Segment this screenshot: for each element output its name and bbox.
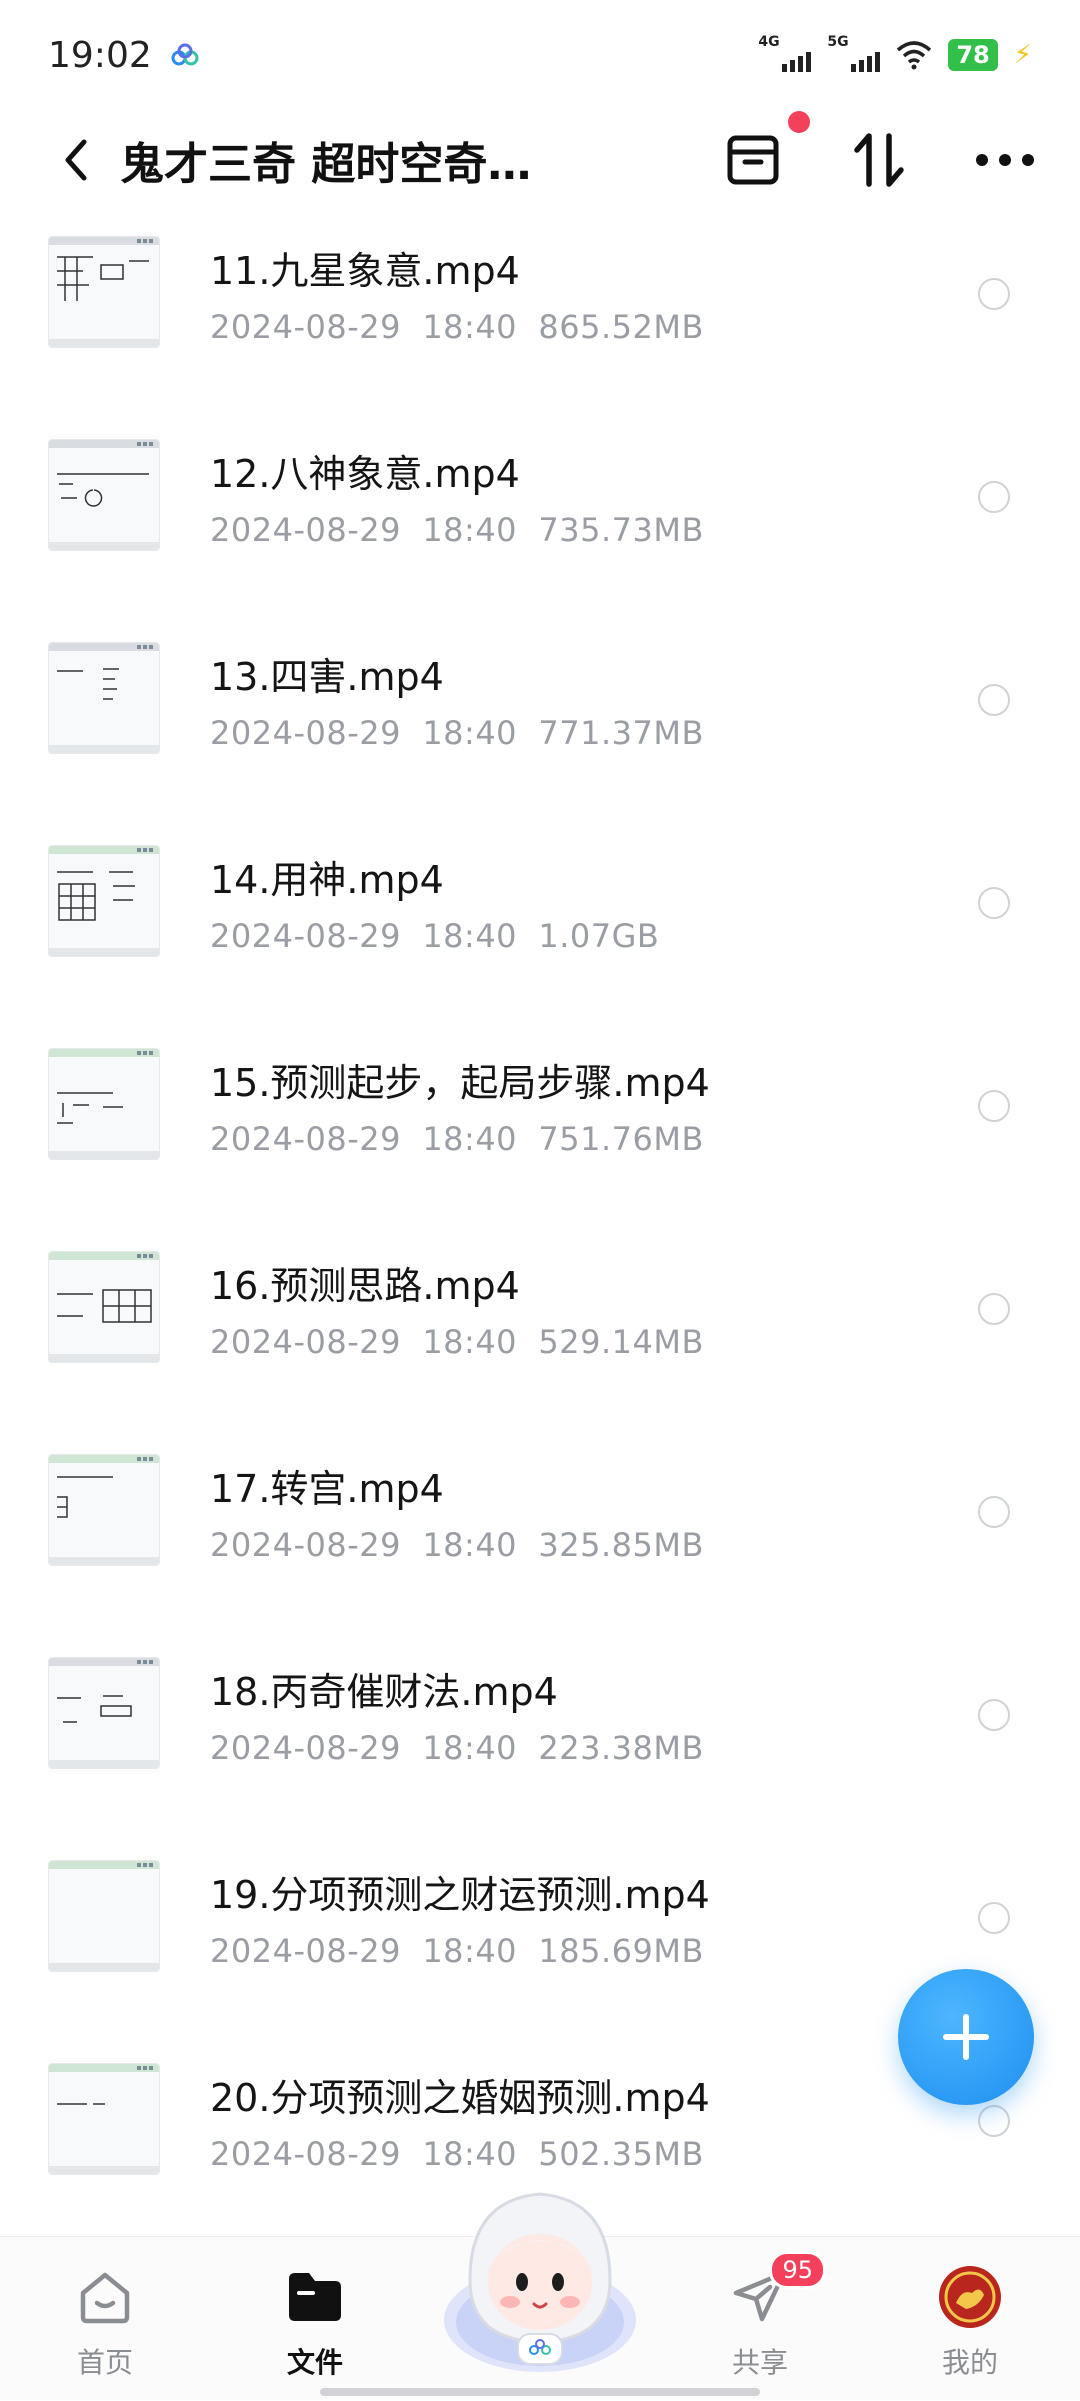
file-name: 15.预测起步，起局步骤.mp4 xyxy=(210,1061,710,1105)
video-thumbnail xyxy=(48,642,160,754)
file-name: 16.预测思路.mp4 xyxy=(210,1264,520,1308)
more-button[interactable] xyxy=(970,125,1040,195)
file-row[interactable]: 14.用神.mp4 2024-08-29 18:40 1.07GB xyxy=(0,837,1080,1040)
file-name: 12.八神象意.mp4 xyxy=(210,452,520,496)
video-thumbnail xyxy=(48,845,160,957)
file-name: 19.分项预测之财运预测.mp4 xyxy=(210,1873,710,1917)
file-name: 18.丙奇催财法.mp4 xyxy=(210,1670,558,1714)
cellular-signal-5g: 5G xyxy=(827,34,881,72)
file-list: 11.九星象意.mp4 2024-08-29 18:40 865.52MB 12… xyxy=(0,228,1080,2258)
file-name: 13.四害.mp4 xyxy=(210,655,444,699)
tab-files[interactable]: 文件 xyxy=(235,2237,395,2401)
add-button[interactable] xyxy=(898,1969,1034,2105)
select-radio[interactable] xyxy=(978,1496,1010,1528)
file-meta: 2024-08-29 18:40 502.35MB xyxy=(210,2135,704,2173)
plus-icon xyxy=(943,2014,989,2060)
file-row[interactable]: 12.八神象意.mp4 2024-08-29 18:40 735.73MB xyxy=(0,431,1080,634)
select-radio[interactable] xyxy=(978,2105,1010,2137)
file-name: 11.九星象意.mp4 xyxy=(210,249,520,293)
file-meta: 2024-08-29 18:40 1.07GB xyxy=(210,917,660,955)
transfer-list-button[interactable] xyxy=(718,111,810,195)
file-row[interactable]: 13.四害.mp4 2024-08-29 18:40 771.37MB xyxy=(0,634,1080,837)
select-radio[interactable] xyxy=(978,1293,1010,1325)
wifi-icon xyxy=(897,41,932,70)
video-thumbnail xyxy=(48,1251,160,1363)
file-meta: 2024-08-29 18:40 185.69MB xyxy=(210,1932,704,1970)
status-bar: 19:02 4G 5G 78 ⚡ xyxy=(0,0,1080,110)
video-thumbnail xyxy=(48,1860,160,1972)
folder-icon xyxy=(289,2273,341,2321)
home-indicator xyxy=(320,2388,760,2396)
tab-home[interactable]: 首页 xyxy=(25,2237,185,2401)
sort-button[interactable] xyxy=(844,125,914,195)
charging-icon: ⚡ xyxy=(1013,40,1032,70)
file-row[interactable]: 17.转宫.mp4 2024-08-29 18:40 325.85MB xyxy=(0,1446,1080,1649)
chevron-left-icon xyxy=(65,139,87,181)
file-row[interactable]: 16.预测思路.mp4 2024-08-29 18:40 529.14MB xyxy=(0,1243,1080,1446)
sort-icon xyxy=(854,133,904,187)
cellular-signal-4g: 4G xyxy=(758,34,812,72)
home-icon xyxy=(80,2272,130,2324)
tab-label: 文件 xyxy=(286,2346,343,2379)
select-radio[interactable] xyxy=(978,1699,1010,1731)
video-thumbnail xyxy=(48,439,160,551)
file-name: 14.用神.mp4 xyxy=(210,858,444,902)
select-radio[interactable] xyxy=(978,1902,1010,1934)
nav-bar: 鬼才三奇 超时空奇… xyxy=(0,110,1080,210)
video-thumbnail xyxy=(48,236,160,348)
video-thumbnail xyxy=(48,2063,160,2175)
more-dots-icon xyxy=(976,154,1034,166)
file-meta: 2024-08-29 18:40 735.73MB xyxy=(210,511,704,549)
share-badge: 95 xyxy=(769,2251,826,2289)
avatar xyxy=(939,2266,1001,2328)
select-radio[interactable] xyxy=(978,684,1010,716)
file-meta: 2024-08-29 18:40 771.37MB xyxy=(210,714,704,752)
file-name: 17.转宫.mp4 xyxy=(210,1467,444,1511)
video-thumbnail xyxy=(48,1657,160,1769)
tab-share[interactable]: 95 共享 xyxy=(680,2237,840,2401)
notification-dot xyxy=(788,111,810,133)
tab-label: 首页 xyxy=(76,2346,133,2379)
file-meta: 2024-08-29 18:40 529.14MB xyxy=(210,1323,704,1361)
select-radio[interactable] xyxy=(978,1090,1010,1122)
back-button[interactable] xyxy=(46,130,106,190)
battery-indicator: 78 xyxy=(948,39,998,71)
file-row[interactable]: 18.丙奇催财法.mp4 2024-08-29 18:40 223.38MB xyxy=(0,1649,1080,1852)
tab-profile[interactable]: 我的 xyxy=(890,2237,1050,2401)
file-meta: 2024-08-29 18:40 325.85MB xyxy=(210,1526,704,1564)
file-meta: 2024-08-29 18:40 751.76MB xyxy=(210,1120,704,1158)
assistant-mascot-button[interactable] xyxy=(430,2170,650,2380)
status-time: 19:02 xyxy=(48,34,152,76)
tab-label: 我的 xyxy=(941,2346,998,2379)
select-radio[interactable] xyxy=(978,887,1010,919)
cloud-app-icon xyxy=(171,43,199,66)
file-row[interactable]: 11.九星象意.mp4 2024-08-29 18:40 865.52MB xyxy=(0,228,1080,431)
tab-label: 共享 xyxy=(731,2346,788,2379)
file-meta: 2024-08-29 18:40 223.38MB xyxy=(210,1729,704,1767)
mascot-icon xyxy=(444,2192,636,2372)
file-name: 20.分项预测之婚姻预测.mp4 xyxy=(210,2076,710,2120)
select-radio[interactable] xyxy=(978,481,1010,513)
video-thumbnail xyxy=(48,1454,160,1566)
archive-box-icon xyxy=(727,135,779,185)
video-thumbnail xyxy=(48,1048,160,1160)
select-radio[interactable] xyxy=(978,278,1010,310)
page-title: 鬼才三奇 超时空奇… xyxy=(120,139,532,190)
file-row[interactable]: 15.预测起步，起局步骤.mp4 2024-08-29 18:40 751.76… xyxy=(0,1040,1080,1243)
file-meta: 2024-08-29 18:40 865.52MB xyxy=(210,308,704,346)
